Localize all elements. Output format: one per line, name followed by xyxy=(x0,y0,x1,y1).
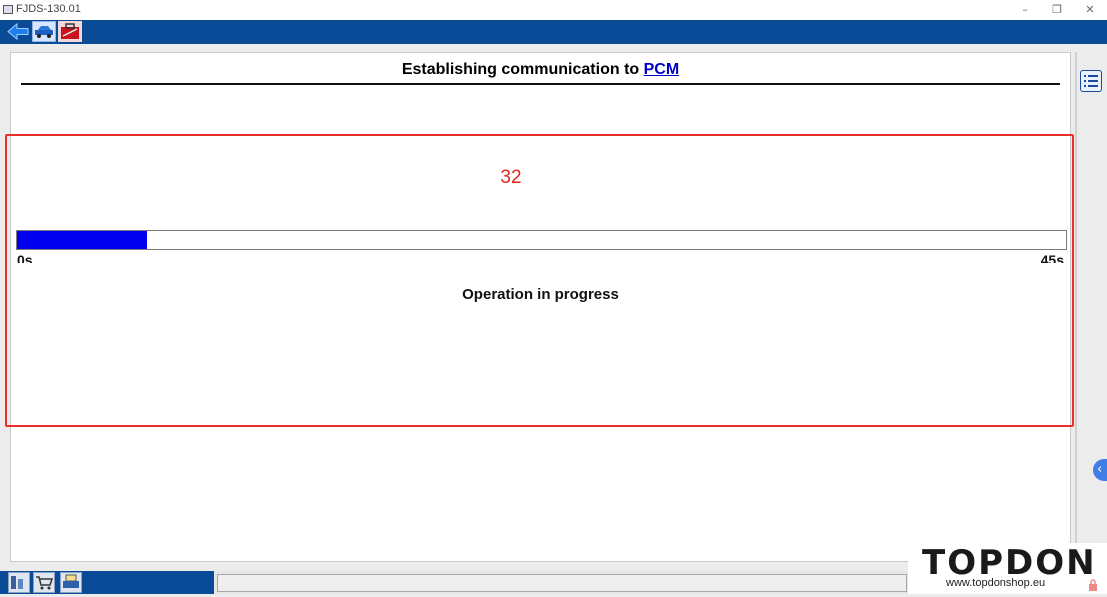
highlight-box xyxy=(5,134,1074,427)
vehicle-icon[interactable] xyxy=(32,21,56,42)
restore-button[interactable]: ❐ xyxy=(1040,0,1074,20)
toolbox-icon[interactable] xyxy=(58,21,82,42)
top-toolbar xyxy=(0,20,1107,44)
minimize-button[interactable]: – xyxy=(1008,0,1042,20)
shopping-cart-icon[interactable] xyxy=(33,572,55,593)
list-menu-icon[interactable] xyxy=(1080,70,1102,92)
chevron-left-icon[interactable]: ‹ xyxy=(1093,459,1107,481)
pcm-link[interactable]: PCM xyxy=(644,61,680,78)
lock-icon xyxy=(1088,578,1098,591)
page-title: Establishing communication to PCM xyxy=(11,61,1070,79)
brand-url: www.topdonshop.eu xyxy=(946,577,1046,589)
close-button[interactable]: ✕ xyxy=(1073,0,1107,20)
status-field xyxy=(217,574,907,592)
brand-watermark: TOPDON www.topdonshop.eu xyxy=(908,543,1107,594)
app-icon xyxy=(3,5,13,14)
print-icon[interactable] xyxy=(60,572,82,593)
page-title-text: Establishing communication to xyxy=(401,61,644,78)
window-title-bar: FJDS-130.01 – ❐ ✕ xyxy=(0,0,1107,21)
window-title: FJDS-130.01 xyxy=(16,3,81,15)
panel-scrollbar[interactable] xyxy=(1075,52,1077,562)
header-divider xyxy=(21,83,1060,85)
back-arrow-icon[interactable] xyxy=(6,21,30,42)
data-log-icon[interactable] xyxy=(8,572,30,593)
